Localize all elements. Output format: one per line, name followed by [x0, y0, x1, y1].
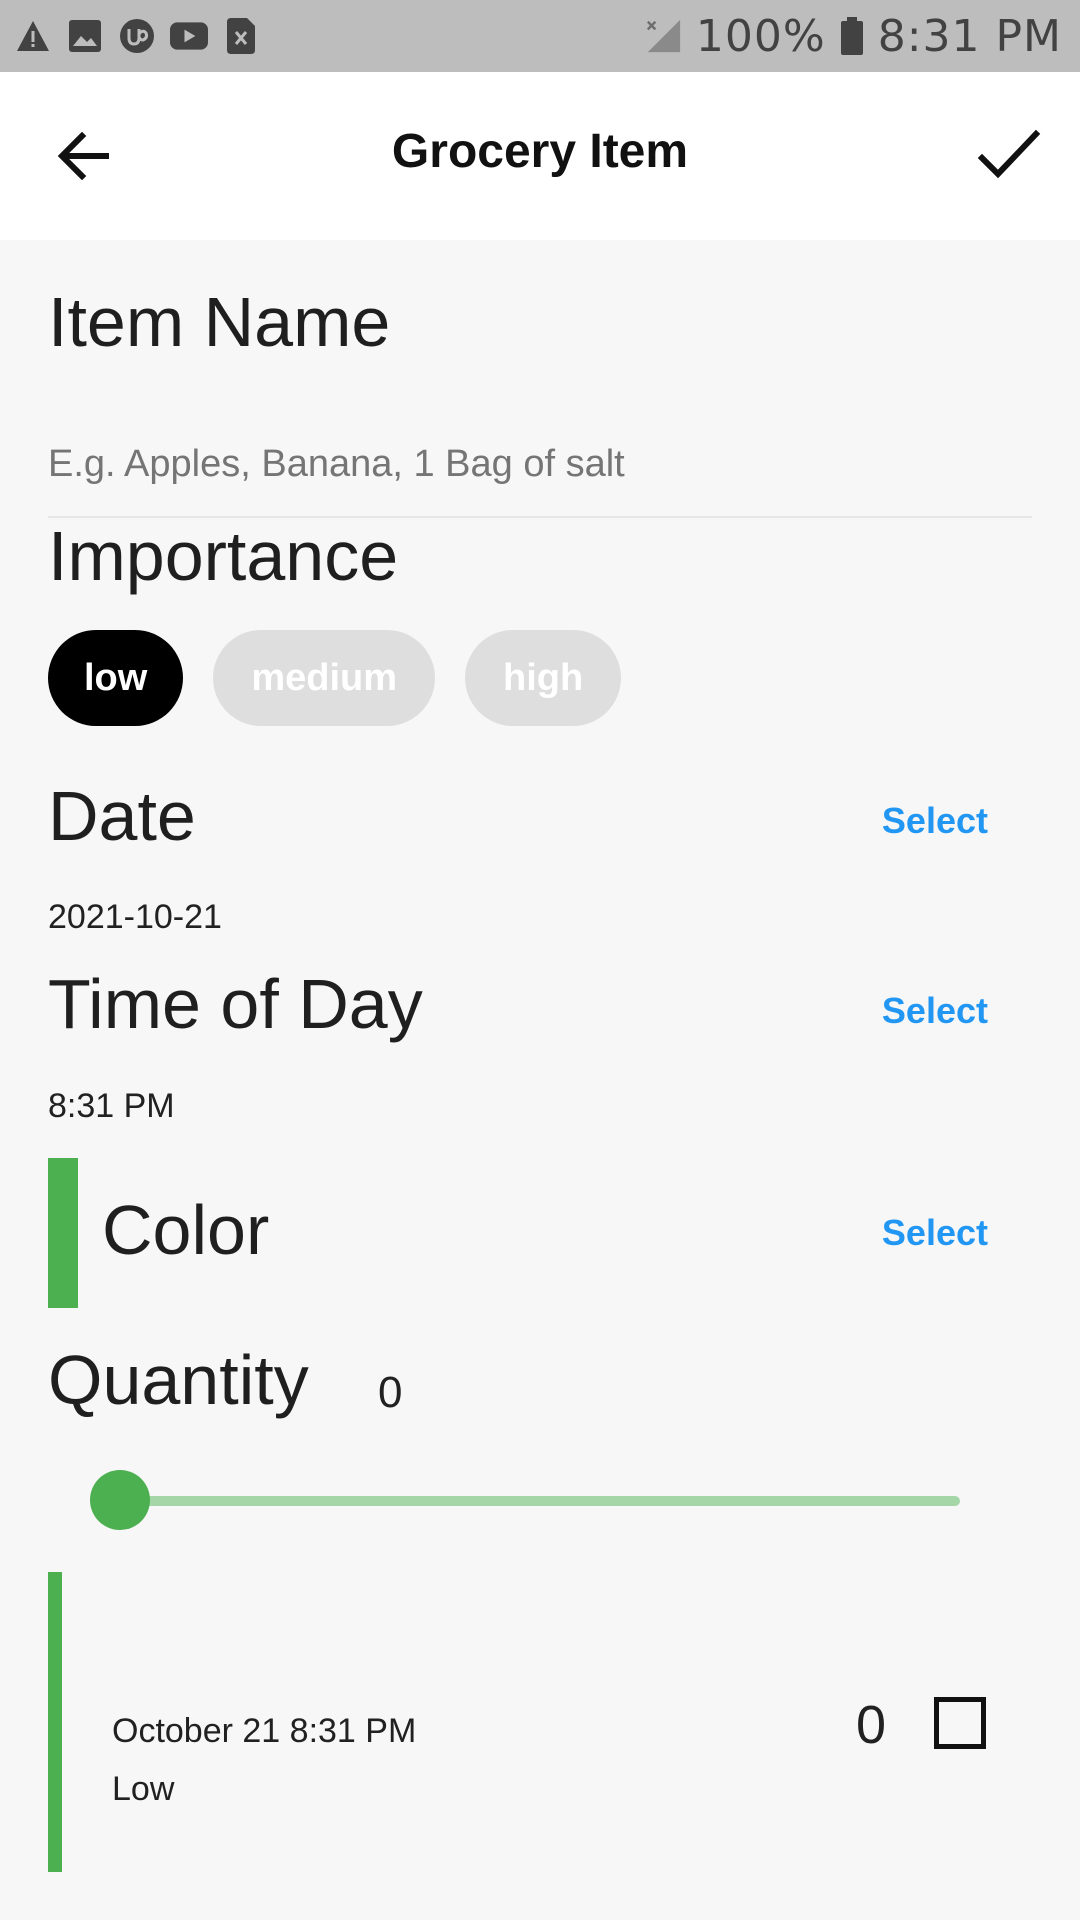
importance-chip-high[interactable]: high	[465, 630, 622, 726]
battery-percent: 100%	[695, 10, 826, 62]
importance-label: Importance	[48, 517, 399, 595]
time-label: Time of Day	[48, 965, 423, 1043]
importance-chips: low medium high	[48, 630, 622, 726]
item-name-input[interactable]	[48, 412, 1032, 518]
slider-track[interactable]	[120, 1496, 960, 1506]
importance-chip-low[interactable]: low	[48, 630, 184, 726]
status-bar: 100% 8:31 PM	[0, 0, 1080, 72]
color-swatch	[48, 1158, 78, 1308]
quantity-label: Quantity	[48, 1341, 309, 1419]
slider-thumb[interactable]	[90, 1470, 150, 1530]
status-time: 8:31 PM	[877, 10, 1062, 62]
app-bar: Grocery Item	[0, 72, 1080, 240]
date-select-button[interactable]: Select	[882, 800, 988, 842]
quantity-slider[interactable]	[90, 1470, 960, 1530]
time-select-button[interactable]: Select	[882, 990, 988, 1032]
time-value: 8:31 PM	[48, 1087, 175, 1125]
battery-icon	[840, 17, 864, 55]
sim-x-icon	[222, 17, 260, 55]
color-label: Color	[102, 1191, 270, 1269]
youtube-icon	[170, 17, 208, 55]
check-icon	[977, 129, 1041, 179]
upwork-icon	[118, 17, 156, 55]
color-select-button[interactable]: Select	[882, 1212, 988, 1254]
image-icon	[66, 17, 104, 55]
preview-quantity: 0	[856, 1695, 887, 1755]
importance-chip-medium[interactable]: medium	[213, 630, 436, 726]
item-name-label: Item Name	[48, 283, 391, 361]
date-value: 2021-10-21	[48, 898, 222, 936]
status-icons-right: 100% 8:31 PM	[644, 11, 1062, 62]
no-signal-icon	[644, 17, 682, 55]
status-icons-left	[14, 17, 260, 55]
preview-checkbox[interactable]	[934, 1697, 986, 1749]
page-title: Grocery Item	[391, 125, 689, 178]
preview-importance: Low	[112, 1770, 175, 1808]
save-button[interactable]	[976, 122, 1042, 188]
preview-date-time: October 21 8:31 PM	[112, 1712, 417, 1750]
preview-color-bar	[48, 1572, 62, 1872]
quantity-value: 0	[378, 1368, 403, 1417]
warning-icon	[14, 17, 52, 55]
date-label: Date	[48, 777, 196, 855]
